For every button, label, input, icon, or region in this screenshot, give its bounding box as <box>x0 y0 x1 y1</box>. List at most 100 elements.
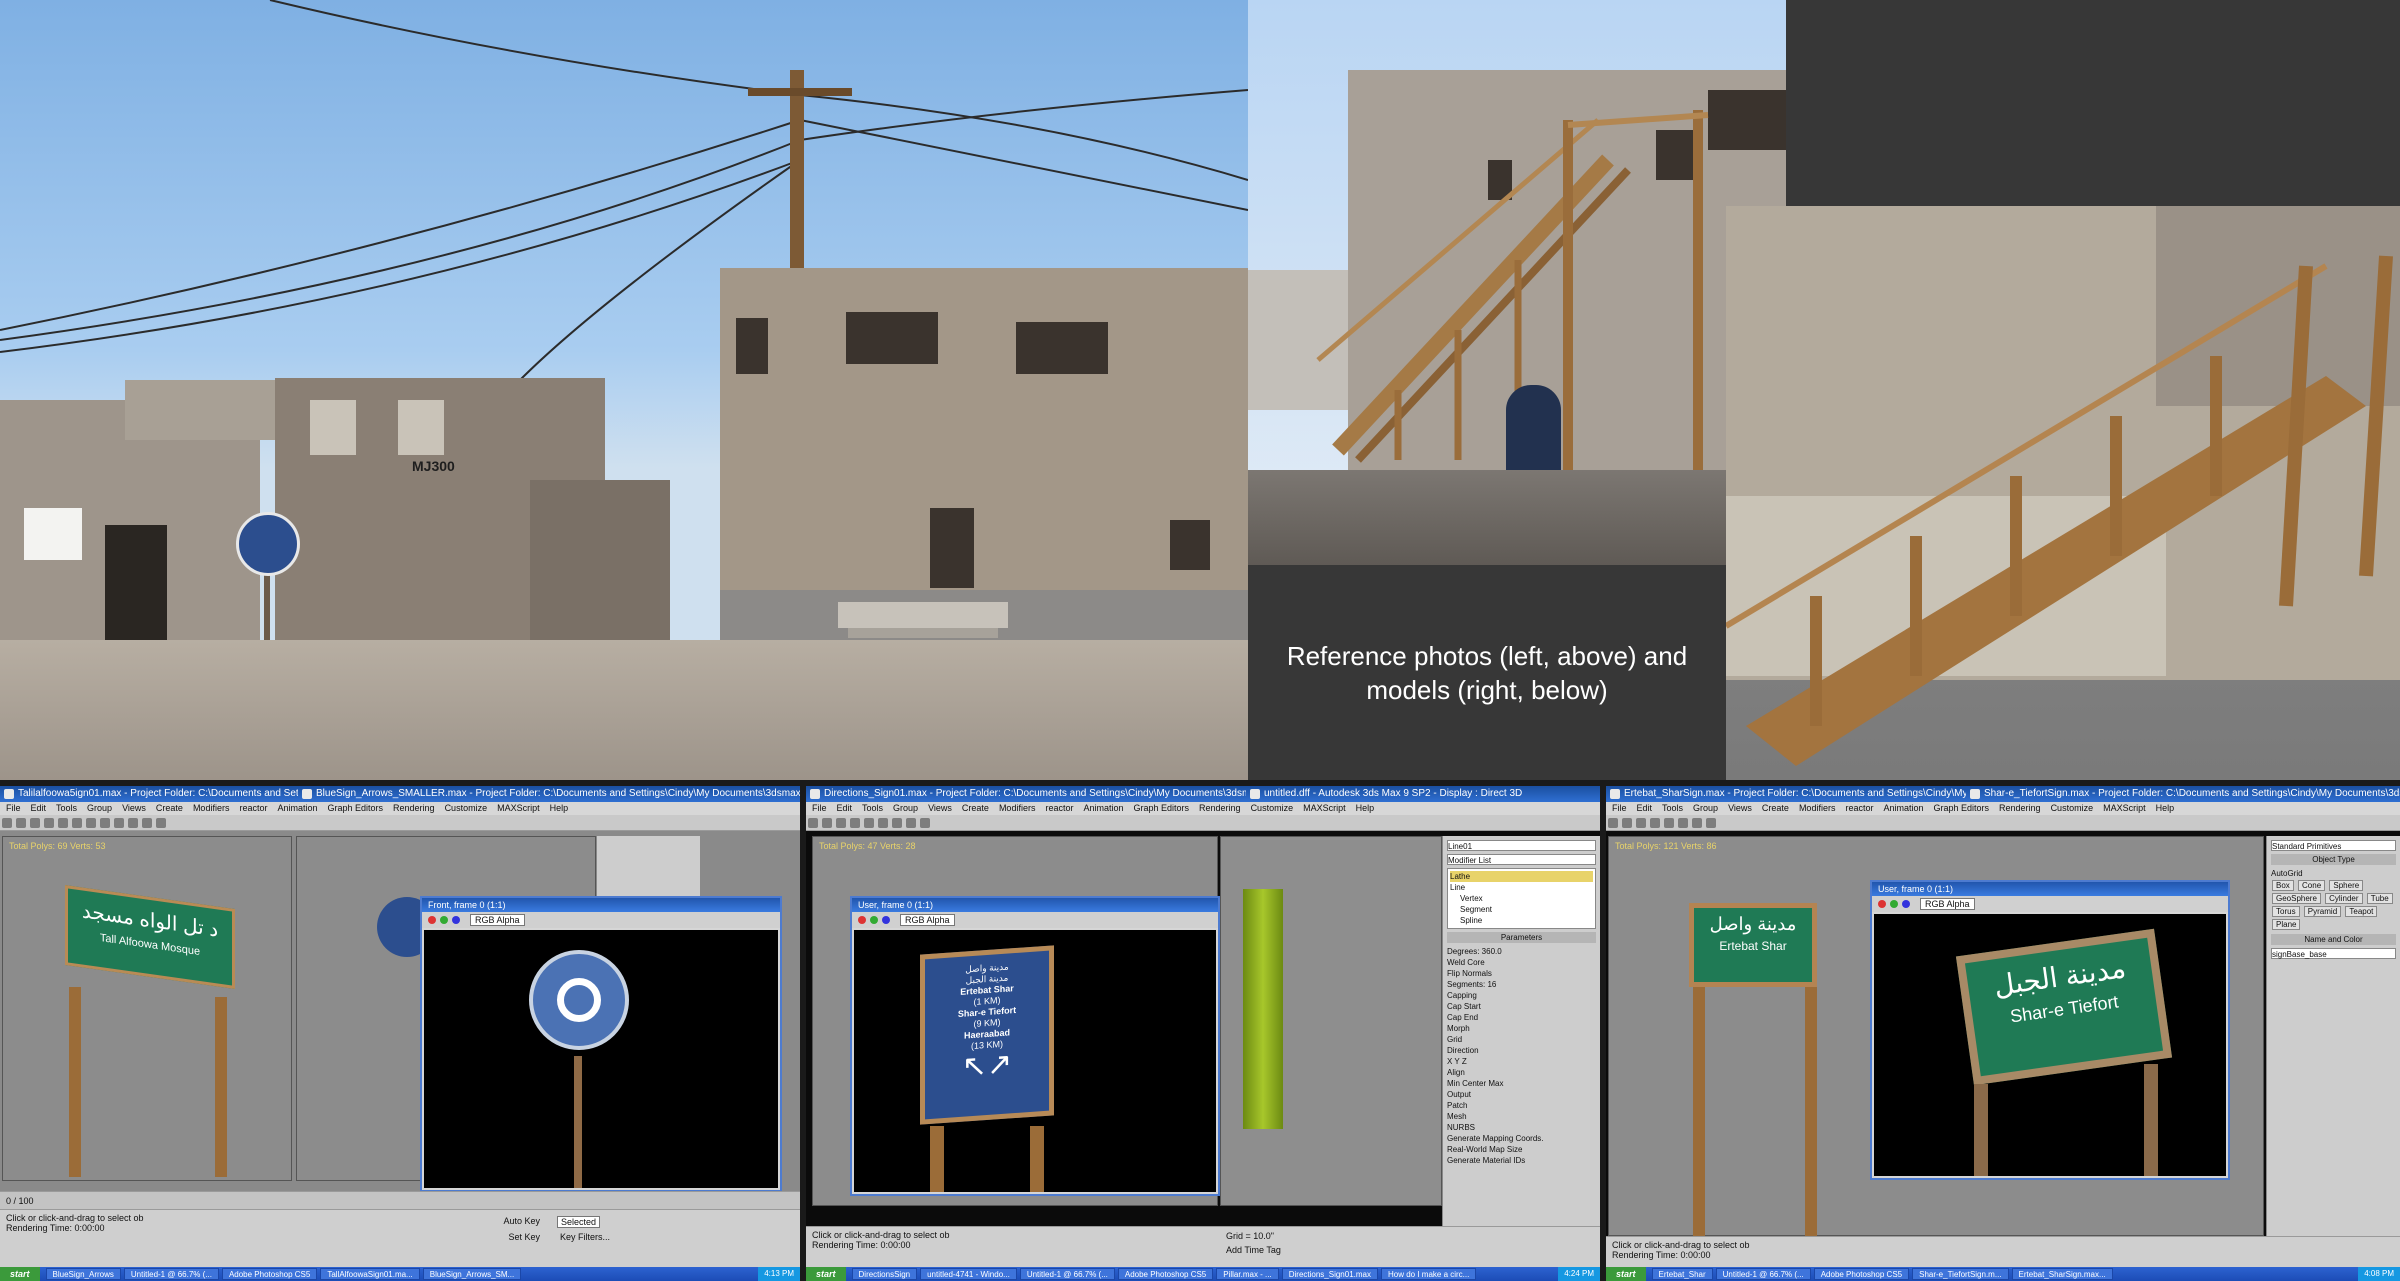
category-dropdown[interactable]: Standard Primitives <box>2271 840 2396 851</box>
viewport-perspective[interactable]: Total Polys: 69 Verts: 53 د تل الواه مسج… <box>2 836 292 1181</box>
menu-animation[interactable]: Animation <box>1883 802 1923 815</box>
window-titlebar-2[interactable]: Shar-e_TiefortSign.max - Project Folder:… <box>1966 786 2400 802</box>
render-frame-window[interactable]: User, frame 0 (1:1) RGB Alpha مدينة الجب… <box>1870 880 2230 1180</box>
geosphere-button[interactable]: GeoSphere <box>2272 893 2321 904</box>
param-min-center-max[interactable]: Min Center Max <box>1447 1078 1596 1089</box>
menu-create[interactable]: Create <box>156 802 183 815</box>
taskbar-item[interactable]: TallAlfoowaSign01.ma... <box>320 1268 420 1280</box>
rotate-icon[interactable] <box>1664 818 1674 828</box>
box-button[interactable]: Box <box>2272 880 2294 891</box>
start-button[interactable]: start <box>806 1267 846 1281</box>
rotate-icon[interactable] <box>864 818 874 828</box>
red-channel-icon[interactable] <box>1878 900 1886 908</box>
menu-reactor[interactable]: reactor <box>1045 802 1073 815</box>
scale-icon[interactable] <box>878 818 888 828</box>
red-channel-icon[interactable] <box>858 916 866 924</box>
material-editor-icon[interactable] <box>142 818 152 828</box>
scale-icon[interactable] <box>1678 818 1688 828</box>
menu-reactor[interactable]: reactor <box>239 802 267 815</box>
start-button[interactable]: start <box>0 1267 40 1281</box>
param-gen-material-ids[interactable]: Generate Material IDs <box>1447 1155 1596 1166</box>
param-degrees[interactable]: Degrees: 360.0 <box>1447 946 1596 957</box>
menu-modifiers[interactable]: Modifiers <box>999 802 1036 815</box>
select-icon[interactable] <box>1636 818 1646 828</box>
menu-edit[interactable]: Edit <box>31 802 47 815</box>
menu-file[interactable]: File <box>1612 802 1627 815</box>
menu-create[interactable]: Create <box>1762 802 1789 815</box>
menu-graph-editors[interactable]: Graph Editors <box>1134 802 1190 815</box>
taskbar-item[interactable]: Untitled-1 @ 66.7% (... <box>1019 1268 1115 1280</box>
window-titlebar-2[interactable]: BlueSign_Arrows_SMALLER.max - Project Fo… <box>298 786 800 802</box>
torus-button[interactable]: Torus <box>2272 906 2300 917</box>
pyramid-button[interactable]: Pyramid <box>2303 906 2342 917</box>
stack-item-spline[interactable]: Spline <box>1450 915 1593 926</box>
render-frame-window[interactable]: Front, frame 0 (1:1) RGB Alpha <box>420 896 782 1192</box>
channel-select[interactable]: RGB Alpha <box>470 914 525 926</box>
menu-modifiers[interactable]: Modifiers <box>1799 802 1836 815</box>
menu-help[interactable]: Help <box>550 802 569 815</box>
menu-rendering[interactable]: Rendering <box>1199 802 1241 815</box>
menu-customize[interactable]: Customize <box>445 802 488 815</box>
param-flip-normals[interactable]: Flip Normals <box>1447 968 1596 979</box>
menu-graph-editors[interactable]: Graph Editors <box>328 802 384 815</box>
red-channel-icon[interactable] <box>428 916 436 924</box>
autokey-button[interactable]: Auto Key <box>503 1216 540 1226</box>
unlink-icon[interactable] <box>44 818 54 828</box>
menu-graph-editors[interactable]: Graph Editors <box>1934 802 1990 815</box>
stack-item-lathe[interactable]: Lathe <box>1450 871 1593 882</box>
menu-maxscript[interactable]: MAXScript <box>2103 802 2146 815</box>
mirror-icon[interactable] <box>1692 818 1702 828</box>
window-titlebar[interactable]: Ertebat_SharSign.max - Project Folder: C… <box>1606 786 1966 802</box>
taskbar-item[interactable]: Adobe Photoshop CS5 <box>1813 1268 1910 1280</box>
taskbar-item[interactable]: Directions_Sign01.max <box>1281 1268 1378 1280</box>
sphere-button[interactable]: Sphere <box>2329 880 2364 891</box>
teapot-button[interactable]: Teapot <box>2345 906 2378 917</box>
param-mesh[interactable]: Mesh <box>1447 1111 1596 1122</box>
taskbar-item[interactable]: Shar-e_TiefortSign.m... <box>1912 1268 2009 1280</box>
menu-rendering[interactable]: Rendering <box>1999 802 2041 815</box>
window-titlebar-2[interactable]: untitled.dff - Autodesk 3ds Max 9 SP2 - … <box>1246 786 1600 802</box>
select-icon[interactable] <box>58 818 68 828</box>
param-real-world-map[interactable]: Real-World Map Size <box>1447 1144 1596 1155</box>
taskbar-item[interactable]: BlueSign_Arrows <box>45 1268 121 1280</box>
menu-maxscript[interactable]: MAXScript <box>1303 802 1346 815</box>
channel-select[interactable]: RGB Alpha <box>1920 898 1975 910</box>
taskbar-item[interactable]: Pillar.max - ... <box>1216 1268 1279 1280</box>
window-titlebar[interactable]: Directions_Sign01.max - Project Folder: … <box>806 786 1246 802</box>
menu-group[interactable]: Group <box>893 802 918 815</box>
blue-channel-icon[interactable] <box>882 916 890 924</box>
menu-file[interactable]: File <box>6 802 21 815</box>
green-channel-icon[interactable] <box>870 916 878 924</box>
green-channel-icon[interactable] <box>440 916 448 924</box>
object-name-field[interactable]: Line01 <box>1447 840 1596 851</box>
key-filters-button[interactable]: Key Filters... <box>560 1232 610 1242</box>
param-gen-mapping[interactable]: Generate Mapping Coords. <box>1447 1133 1596 1144</box>
name-color-rollout[interactable]: Name and Color <box>2271 934 2396 945</box>
taskbar-item[interactable]: DirectionsSign <box>851 1268 918 1280</box>
taskbar-item[interactable]: untitled-4741 - Windo... <box>920 1268 1017 1280</box>
cylinder-button[interactable]: Cylinder <box>2325 893 2363 904</box>
move-icon[interactable] <box>72 818 82 828</box>
modifier-list-dropdown[interactable]: Modifier List <box>1447 854 1596 865</box>
menu-modifiers[interactable]: Modifiers <box>193 802 230 815</box>
rotate-icon[interactable] <box>86 818 96 828</box>
taskbar-item[interactable]: BlueSign_Arrows_SM... <box>422 1268 522 1280</box>
param-nurbs[interactable]: NURBS <box>1447 1122 1596 1133</box>
menu-animation[interactable]: Animation <box>277 802 317 815</box>
menu-reactor[interactable]: reactor <box>1845 802 1873 815</box>
taskbar-item[interactable]: Untitled-1 @ 66.7% (... <box>1715 1268 1811 1280</box>
setkey-button[interactable]: Set Key <box>508 1232 540 1242</box>
param-cap-start[interactable]: Cap Start <box>1447 1001 1596 1012</box>
plane-button[interactable]: Plane <box>2272 919 2301 930</box>
menu-maxscript[interactable]: MAXScript <box>497 802 540 815</box>
menu-tools[interactable]: Tools <box>56 802 77 815</box>
stack-item-vertex[interactable]: Vertex <box>1450 893 1593 904</box>
undo-icon[interactable] <box>808 818 818 828</box>
taskbar-item[interactable]: Adobe Photoshop CS5 <box>1117 1268 1214 1280</box>
redo-icon[interactable] <box>1622 818 1632 828</box>
select-icon[interactable] <box>836 818 846 828</box>
selected-dropdown[interactable]: Selected <box>556 1216 600 1228</box>
menu-create[interactable]: Create <box>962 802 989 815</box>
render-icon[interactable] <box>1706 818 1716 828</box>
param-cap-end[interactable]: Cap End <box>1447 1012 1596 1023</box>
